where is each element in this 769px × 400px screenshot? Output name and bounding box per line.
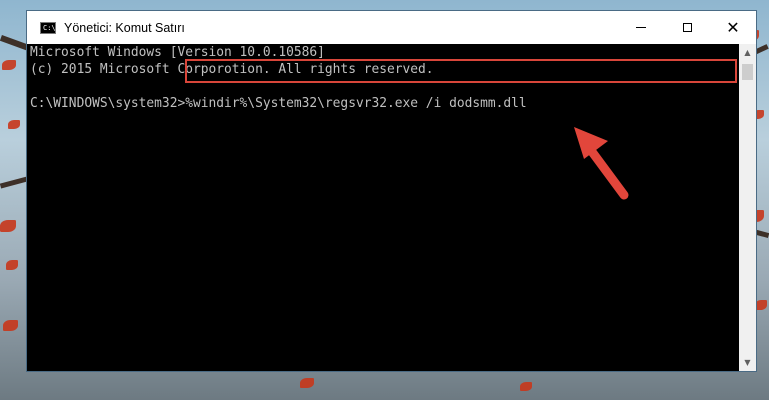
scroll-down-button[interactable]: ▼ bbox=[739, 354, 756, 371]
maximize-icon bbox=[682, 23, 692, 32]
command-highlight-box bbox=[185, 59, 737, 83]
console-output[interactable]: Microsoft Windows [Version 10.0.10586] (… bbox=[27, 44, 739, 371]
maximize-button[interactable] bbox=[664, 11, 710, 44]
command-line[interactable]: C:\WINDOWS\system32>%windir%\System32\re… bbox=[30, 95, 739, 112]
window-title: Yönetici: Komut Satırı bbox=[64, 20, 185, 35]
title-bar[interactable]: C:\ Yönetici: Komut Satırı ✕ bbox=[27, 11, 756, 44]
close-button[interactable]: ✕ bbox=[710, 11, 756, 44]
scroll-up-icon: ▲ bbox=[744, 48, 751, 57]
close-icon: ✕ bbox=[726, 17, 740, 37]
scroll-up-button[interactable]: ▲ bbox=[739, 44, 756, 61]
scroll-down-icon: ▼ bbox=[744, 358, 751, 367]
minimize-button[interactable] bbox=[618, 11, 664, 44]
scroll-thumb[interactable] bbox=[742, 64, 753, 80]
command-prompt-icon[interactable]: C:\ bbox=[40, 21, 56, 34]
vertical-scrollbar[interactable]: ▲ ▼ bbox=[739, 44, 756, 371]
minimize-icon bbox=[636, 27, 646, 28]
command-prompt-window: C:\ Yönetici: Komut Satırı ✕ Microsoft W… bbox=[26, 10, 757, 372]
console-prompt: C:\WINDOWS\system32> bbox=[30, 96, 186, 111]
console-command[interactable]: %windir%\System32\regsvr32.exe /i dodsmm… bbox=[185, 96, 526, 111]
red-arrow-icon bbox=[574, 127, 629, 200]
